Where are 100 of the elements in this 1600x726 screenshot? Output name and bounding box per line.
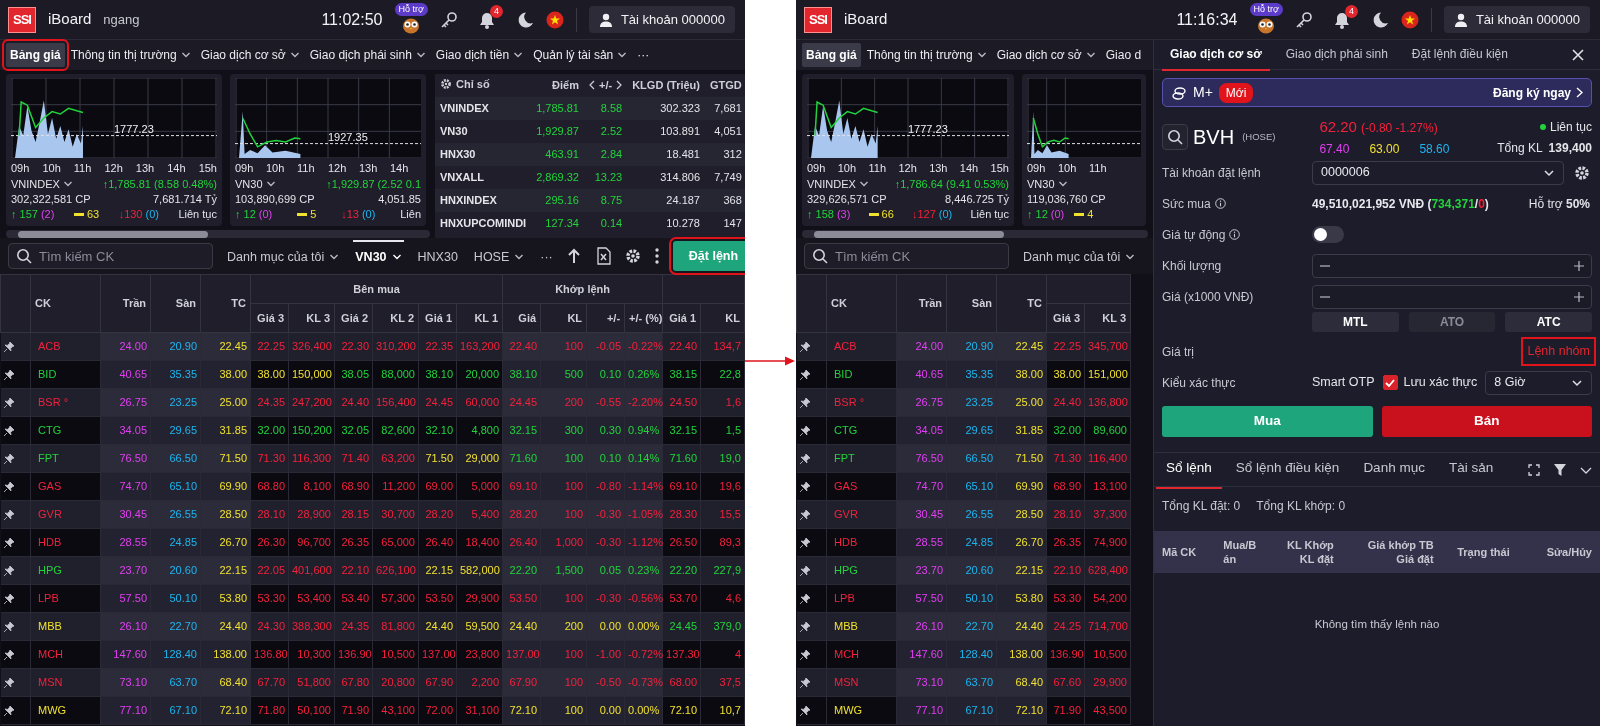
table-row[interactable]: HPG 23.70 20.60 22.15 22.10 628,400 — [796, 556, 1131, 585]
panel-tab[interactable]: Giao dịch cơ sở — [1162, 38, 1270, 71]
pin-icon[interactable] — [799, 509, 810, 520]
account-select[interactable]: 0000006 — [1312, 160, 1564, 185]
pin-icon[interactable] — [799, 565, 810, 576]
support-badge[interactable]: Hỗ trợ — [394, 3, 428, 16]
table-row[interactable]: MWG 77.10 67.10 72.10 71.80 50,100 71.90 43,100 72.00 31,100 72.10 100 0.00 0.00% 72.10 10,7 — [0, 696, 745, 725]
pin-icon[interactable] — [799, 705, 810, 716]
index-name[interactable]: VNINDEX — [11, 176, 60, 192]
pin-icon[interactable] — [3, 509, 14, 520]
account-button[interactable]: Tài khoản 000000 — [588, 5, 735, 34]
table-row[interactable]: MSN 73.10 63.70 68.40 67.60 29,900 — [796, 668, 1131, 697]
pin-icon[interactable] — [3, 565, 14, 576]
order-type-button[interactable]: MTL — [1312, 312, 1399, 332]
table-cell[interactable]: HNXUPCOMINDI — [435, 212, 532, 235]
table-cell[interactable]: HNXINDEX — [435, 189, 532, 212]
account-button[interactable]: Tài khoản 000000 — [1443, 5, 1590, 34]
pin-icon[interactable] — [3, 453, 14, 464]
pin-icon[interactable] — [3, 481, 14, 492]
chevron-left-icon[interactable] — [589, 79, 595, 90]
checkbox[interactable] — [1382, 375, 1398, 390]
index-name[interactable]: VN30 — [235, 176, 263, 192]
table-row[interactable]: GVR 30.45 26.55 28.50 28.10 28,900 28.15 30,700 28.20 5,400 28.20 100 -0.30 -1.05% 28.30 15,5 — [0, 500, 745, 529]
filter-tab[interactable]: HOSE — [471, 239, 527, 273]
pin-icon[interactable] — [3, 705, 14, 716]
layout-mode[interactable]: ngang — [103, 9, 140, 30]
pin-icon[interactable] — [799, 677, 810, 688]
gear-icon[interactable] — [440, 78, 452, 91]
filter-tab[interactable]: ··· — [538, 239, 555, 273]
menu-item[interactable]: Giao dịch cơ sở — [196, 43, 304, 67]
info-icon[interactable] — [1214, 198, 1226, 209]
table-cell[interactable]: HNX30 — [435, 143, 532, 166]
excel-file-icon[interactable] — [594, 247, 611, 265]
filter-tab[interactable]: Danh mục của tôi — [225, 239, 342, 273]
menu-item[interactable]: Quản lý tài sản — [529, 43, 632, 67]
order-type-button[interactable]: ATC — [1505, 312, 1592, 332]
table-row[interactable]: HDB 28.55 24.85 26.70 26.35 74,900 — [796, 528, 1131, 557]
table-row[interactable]: GAS 74.70 65.10 69.90 68.90 13,100 — [796, 472, 1131, 501]
menu-item[interactable]: Giao dịch phái sinh — [305, 43, 430, 67]
bell-icon[interactable] — [477, 10, 496, 29]
number-input-field[interactable] — [1312, 253, 1592, 278]
promo-banner[interactable]: M+ Mới Đăng ký ngay — [1162, 78, 1592, 107]
bell-icon[interactable] — [1332, 10, 1351, 29]
index-card[interactable]: 1927.35 09h 10h 11h 12h 13h 14h VN30 ↑1,929.87 (2.52 0.1 103,890,699 CP 4,051.85 ↑ 12 (0) 5 ↓13 (0) Liên — [230, 74, 426, 226]
flag-icon[interactable] — [1400, 10, 1419, 29]
panel-tab[interactable]: Đặt lệnh điều kiện — [1403, 38, 1516, 71]
table-row[interactable]: ACB 24.00 20.90 22.45 22.25 345,700 — [796, 332, 1131, 361]
book-tab[interactable]: Danh mục — [1353, 450, 1435, 489]
chevron-right-icon[interactable] — [616, 79, 623, 90]
pin-icon[interactable] — [3, 621, 14, 632]
flag-icon[interactable] — [545, 10, 564, 29]
book-tab[interactable]: Tài sản — [1438, 450, 1504, 489]
table-row[interactable]: MWG 77.10 67.10 72.10 71.90 43,500 — [796, 696, 1131, 725]
pin-icon[interactable] — [799, 621, 810, 632]
index-name[interactable]: VNINDEX — [807, 176, 856, 192]
table-row[interactable]: GAS 74.70 65.10 69.90 68.80 8,100 68.90 11,200 69.00 5,000 69.10 100 -0.80 -1.14% 69.10 19,6 — [0, 472, 745, 501]
horizontal-scrollbar[interactable] — [6, 229, 430, 238]
book-tab[interactable]: Sổ lệnh — [1156, 450, 1222, 489]
table-row[interactable]: HPG 23.70 20.60 22.15 22.05 401,600 22.10 626,100 22.15 582,000 22.20 1,500 0.05 0.23% 22.20 227,9 — [0, 556, 745, 585]
pin-icon[interactable] — [3, 341, 14, 352]
pin-icon[interactable] — [3, 677, 14, 688]
table-cell[interactable]: VNXALL — [435, 166, 532, 189]
fullscreen-icon[interactable] — [1528, 463, 1540, 476]
info-icon[interactable] — [1229, 229, 1241, 240]
pin-icon[interactable] — [799, 341, 810, 352]
table-row[interactable]: MBB 26.10 22.70 24.40 24.30 388,300 24.35 81,800 24.40 59,500 24.40 200 0.00 0.00% 24.45 379,0 — [0, 612, 745, 641]
menu-item[interactable]: Giao d — [1101, 43, 1146, 67]
table-row[interactable]: MBB 26.10 22.70 24.40 24.25 714,700 — [796, 612, 1131, 641]
table-row[interactable]: ACB 24.00 20.90 22.45 22.25 326,400 22.30 310,200 22.35 163,200 22.40 100 -0.05 -0.22% 22.40 134,7 — [0, 332, 745, 361]
table-row[interactable]: MCH 147.60 128.40 138.00 136.80 10,300 136.90 10,500 137.00 23,800 137.00 100 -1.00 -0.72% 137.30 4 — [0, 640, 745, 669]
filter-tab[interactable]: Danh mục của tôi — [1021, 239, 1138, 273]
owl-mascot-icon[interactable] — [1256, 16, 1277, 34]
index-card[interactable]: 1777.23 09h 10h 11h 12h 13h 14h 15h VNINDEX ↑1,786.64 (9.41 0.53%) 329,626,571 CP 8,446.725 Tỷ ↑ 158 (3) 66 ↓127 (0) Liên tục — [802, 74, 1014, 226]
book-tab[interactable]: Sổ lệnh điều kiện — [1225, 450, 1350, 489]
pin-icon[interactable] — [3, 649, 14, 660]
table-row[interactable]: CTG 34.05 29.65 31.85 32.00 89,600 — [796, 416, 1131, 445]
settings-icon[interactable] — [624, 248, 641, 264]
search-field[interactable]: Tìm kiếm CK — [8, 243, 213, 269]
table-row[interactable]: LPB 57.50 50.10 53.80 53.30 54,200 — [796, 584, 1131, 613]
panel-tab[interactable]: Giao dịch phái sinh — [1277, 38, 1396, 71]
key-icon[interactable] — [1294, 10, 1313, 29]
settings-icon[interactable] — [1574, 164, 1590, 181]
owl-mascot-icon[interactable] — [401, 16, 422, 34]
table-row[interactable]: HDB 28.55 24.85 26.70 26.30 96,700 26.35 65,000 26.40 18,400 26.40 1,000 -0.30 -1.12% 26.50 89,3 — [0, 528, 745, 557]
table-row[interactable]: GVR 30.45 26.55 28.50 28.10 37,300 — [796, 500, 1131, 529]
menu-item[interactable]: Thông tin thị trường — [862, 43, 991, 67]
table-row[interactable]: FPT 76.50 66.50 71.50 71.30 116,400 — [796, 444, 1131, 473]
support-badge[interactable]: Hỗ trợ — [1249, 3, 1283, 16]
pin-icon[interactable] — [3, 593, 14, 604]
index-card[interactable]: 1777.23 09h 10h 11h 12h 13h 14h 15h VNINDEX ↑1,785.81 (8.58 0.48%) 302,322,581 CP 7,681.714 Tỷ ↑ 157 (2) 63 ↓130 (0) Liên tục — [6, 74, 222, 226]
menu-item[interactable]: ··· — [633, 43, 654, 67]
filter-icon[interactable] — [1554, 463, 1566, 476]
index-name[interactable]: VN30 — [1027, 176, 1055, 192]
duration-select[interactable]: 8 Giờ — [1485, 370, 1592, 395]
search-field[interactable]: Tìm kiếm CK — [804, 243, 1009, 269]
menu-item[interactable]: Bảng giá — [802, 43, 861, 67]
table-row[interactable]: CTG 34.05 29.65 31.85 32.00 150,200 32.05 82,600 32.10 4,800 32.15 300 0.30 0.94% 32.15 1,5 — [0, 416, 745, 445]
pin-icon[interactable] — [3, 397, 14, 408]
pin-icon[interactable] — [3, 369, 14, 380]
pin-icon[interactable] — [3, 425, 14, 436]
